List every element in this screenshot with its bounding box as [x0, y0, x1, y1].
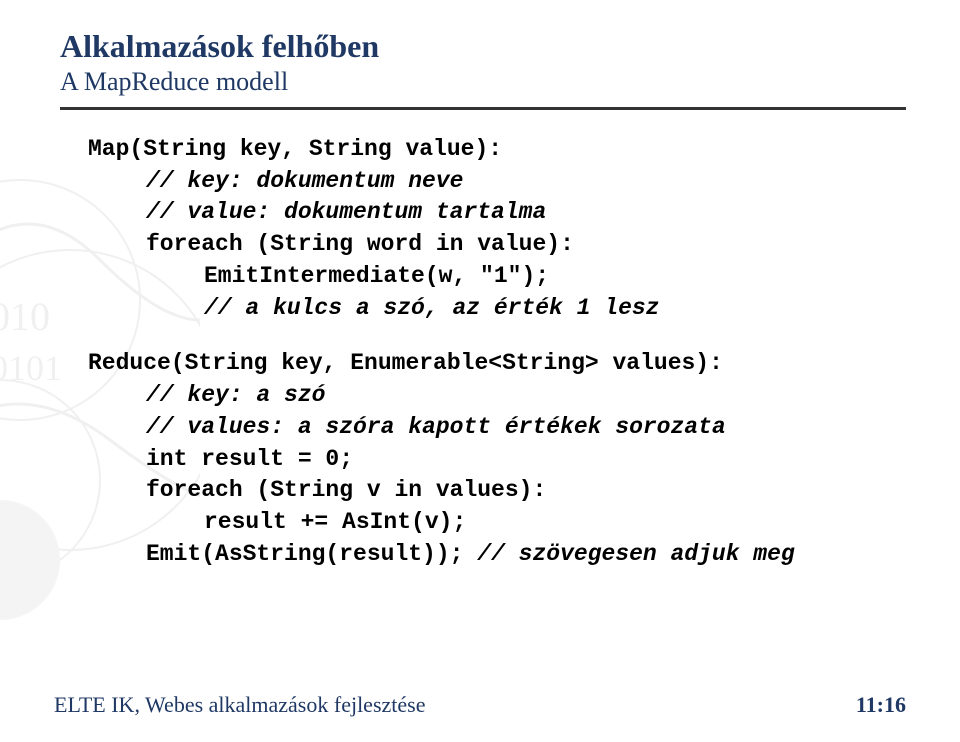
code-line: EmitIntermediate(w, "1"); [88, 261, 906, 293]
code-comment: // a kulcs a szó, az érték 1 lesz [88, 293, 906, 325]
slide-title: Alkalmazások felhőben [60, 28, 906, 65]
code-text: Emit(AsString(result)); [146, 541, 477, 567]
code-line: Emit(AsString(result)); // szövegesen ad… [88, 539, 906, 571]
footer-right: 11:16 [856, 692, 906, 718]
title-rule [60, 107, 906, 110]
code-comment: // value: dokumentum tartalma [88, 197, 906, 229]
code-line: foreach (String word in value): [88, 229, 906, 261]
slide-footer: ELTE IK, Webes alkalmazások fejlesztése … [54, 692, 906, 718]
slide-subtitle: A MapReduce modell [60, 67, 906, 97]
code-line: result += AsInt(v); [88, 507, 906, 539]
code-comment: // key: dokumentum neve [88, 166, 906, 198]
code-line: int result = 0; [88, 444, 906, 476]
code-comment: // szövegesen adjuk meg [477, 541, 794, 567]
code-block: Map(String key, String value): // key: d… [60, 134, 906, 571]
code-line: foreach (String v in values): [88, 475, 906, 507]
code-comment: // key: a szó [88, 380, 906, 412]
code-comment: // values: a szóra kapott értékek soroza… [88, 412, 906, 444]
slide-container: Alkalmazások felhőben A MapReduce modell… [0, 0, 960, 742]
footer-left: ELTE IK, Webes alkalmazások fejlesztése [54, 692, 425, 718]
code-line: Map(String key, String value): [88, 134, 906, 166]
code-line: Reduce(String key, Enumerable<String> va… [88, 348, 906, 380]
